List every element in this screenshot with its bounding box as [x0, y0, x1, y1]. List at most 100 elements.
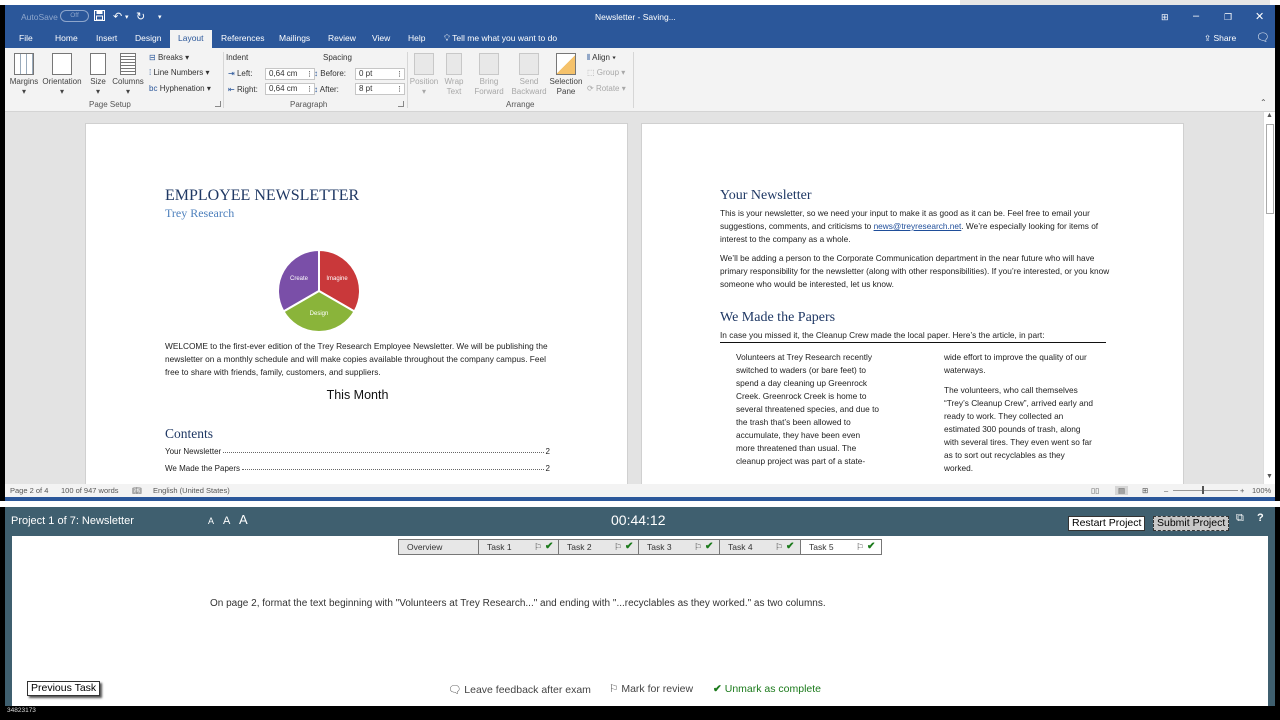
font-size-small[interactable]: A [208, 516, 214, 526]
undo-icon[interactable]: ↶ [113, 10, 122, 23]
rotate-button[interactable]: ⟳ Rotate ▾ [587, 84, 626, 93]
tab-task-2[interactable]: Task 2 ⚐ ✔ [559, 540, 639, 554]
tab-task-5[interactable]: Task 5 ⚐ ✔ [801, 540, 881, 554]
share-button[interactable]: ⇪ Share [1198, 30, 1242, 48]
paragraph-dialog-launcher[interactable] [398, 101, 404, 107]
tab-review[interactable]: Review [322, 30, 362, 48]
leave-feedback-button[interactable]: 🗨︎ Leave feedback after exam [448, 683, 591, 696]
tab-overview[interactable]: Overview [399, 540, 479, 554]
zoom-in-icon[interactable]: + [1240, 486, 1244, 495]
bring-forward-button[interactable]: Bring Forward [469, 53, 509, 97]
comments-icon[interactable]: 🗨︎ [1250, 30, 1276, 48]
selection-pane-button[interactable]: Selection Pane [548, 53, 584, 97]
your-newsletter-paragraph: This is your newsletter, so we need your… [720, 208, 1099, 244]
toc-entry[interactable]: We Made the Papers 2 [165, 464, 550, 473]
language[interactable]: English (United States) [153, 486, 230, 495]
spacing-after-field[interactable]: 8 pt [355, 83, 405, 95]
save-icon[interactable] [94, 10, 105, 24]
exam-panel: Project 1 of 7: Newsletter A A A 00:44:1… [5, 507, 1275, 706]
align-button[interactable]: ⫴ Align ▾ [587, 53, 616, 63]
tab-help[interactable]: Help [402, 30, 431, 48]
mark-for-review-button[interactable]: ⚐ Mark for review [609, 683, 693, 695]
wrap-text-button[interactable]: Wrap Text [441, 53, 467, 97]
customize-qat-icon[interactable]: ▾ [158, 13, 162, 21]
orientation-icon [52, 53, 72, 75]
indent-left-field[interactable]: 0,64 cm [265, 68, 315, 80]
tab-view[interactable]: View [366, 30, 396, 48]
indent-right-field[interactable]: 0,64 cm [265, 83, 315, 95]
size-button[interactable]: Size ▾ [87, 53, 109, 97]
tab-task-3[interactable]: Task 3 ⚐ ✔ [639, 540, 720, 554]
line-numbers-button[interactable]: ⁞ Line Numbers ▾ [149, 68, 210, 77]
tab-task-4[interactable]: Task 4 ⚐ ✔ [720, 540, 801, 554]
margins-icon [14, 53, 34, 75]
word-count[interactable]: 100 of 947 words [61, 486, 119, 495]
scroll-up-icon[interactable]: ▲ [1266, 112, 1273, 119]
send-backward-button[interactable]: Send Backward [509, 53, 549, 97]
print-layout-icon[interactable]: ▤ [1115, 486, 1129, 495]
autosave-toggle[interactable]: Off [60, 10, 89, 22]
zoom-slider-thumb[interactable] [1202, 486, 1204, 494]
page-1[interactable]: EMPLOYEE NEWSLETTER Trey Research Create… [85, 123, 628, 484]
toc-entry-page: 2 [545, 447, 550, 456]
unmark-complete-button[interactable]: ✔ Unmark as complete [713, 683, 821, 695]
group-icon: ⬚ [587, 68, 595, 77]
toc-entry[interactable]: Your Newsletter 2 [165, 447, 550, 456]
unmark-complete-label: Unmark as complete [724, 683, 822, 695]
collapse-ribbon-icon[interactable]: ⌃ [1260, 98, 1267, 107]
toc-entry-page: 2 [545, 464, 550, 473]
tell-me-search[interactable]: 💡︎ Tell me what you want to do [438, 30, 563, 48]
tab-design[interactable]: Design [129, 30, 167, 48]
tab-task-1[interactable]: Task 1 ⚐ ✔ [479, 540, 559, 554]
page-count[interactable]: Page 2 of 4 [10, 486, 48, 495]
help-icon[interactable]: ? [1257, 512, 1264, 524]
selection-pane-label: Selection Pane [549, 77, 583, 96]
close-icon[interactable]: ✕ [1255, 10, 1264, 23]
size-icon [90, 53, 106, 75]
submit-project-button[interactable]: Submit Project [1153, 516, 1230, 531]
wrap-text-label: Wrap Text [444, 77, 464, 96]
tab-mailings[interactable]: Mailings [273, 30, 316, 48]
undo-dropdown-icon[interactable]: ▾ [125, 13, 129, 21]
font-size-large[interactable]: A [239, 512, 248, 527]
page-2[interactable]: Your Newsletter This is your newsletter,… [641, 123, 1184, 484]
web-layout-icon[interactable]: ⊞ [1142, 486, 1148, 495]
spacing-before-icon: ↕ [314, 69, 318, 78]
proofing-icon[interactable]: 📖︎ [132, 486, 142, 495]
vertical-scrollbar[interactable]: ▲ ▼ [1263, 112, 1275, 484]
tab-insert[interactable]: Insert [90, 30, 123, 48]
breaks-button[interactable]: ⊟ Breaks ▾ [149, 53, 189, 62]
orientation-button[interactable]: Orientation ▾ [41, 53, 83, 97]
rotate-icon: ⟳ [587, 84, 594, 93]
scroll-down-icon[interactable]: ▼ [1266, 473, 1273, 480]
indent-left-label: ⇥ Left: [228, 69, 253, 78]
spacing-before-label: ↕ Before: [314, 69, 347, 78]
tab-file[interactable]: File [13, 30, 39, 48]
position-button[interactable]: Position ▾ [409, 53, 439, 97]
tab-references[interactable]: References [215, 30, 270, 48]
zoom-slider[interactable] [1173, 490, 1238, 491]
restore-icon[interactable]: ❐ [1224, 12, 1232, 23]
zoom-level[interactable]: 100% [1252, 486, 1271, 495]
page-setup-dialog-launcher[interactable] [215, 101, 221, 107]
hyphenation-button[interactable]: bc Hyphenation ▾ [149, 84, 211, 93]
tab-home[interactable]: Home [49, 30, 84, 48]
font-size-medium[interactable]: A [223, 515, 230, 527]
restore-window-icon[interactable]: ⧉ [1236, 512, 1244, 525]
minimize-icon[interactable]: – [1193, 10, 1199, 22]
your-newsletter-heading: Your Newsletter [720, 188, 812, 203]
columns-button[interactable]: Columns ▾ [111, 53, 145, 97]
ribbon-display-options-icon[interactable]: ⊞ [1161, 12, 1169, 23]
previous-task-button[interactable]: Previous Task [27, 681, 101, 696]
leave-feedback-label: Leave feedback after exam [464, 684, 591, 696]
margins-button[interactable]: Margins ▾ [8, 53, 40, 97]
restart-project-button[interactable]: Restart Project [1068, 516, 1146, 531]
tab-layout[interactable]: Layout [170, 30, 212, 48]
group-button[interactable]: ⬚ Group ▾ [587, 68, 625, 77]
email-link[interactable]: news@treyresearch.net [874, 221, 962, 231]
zoom-out-icon[interactable]: – [1164, 486, 1168, 495]
read-mode-icon[interactable]: ▯▯ [1091, 486, 1099, 495]
spacing-before-field[interactable]: 0 pt [355, 68, 405, 80]
redo-icon[interactable]: ↻ [136, 10, 145, 23]
scrollbar-thumb[interactable] [1266, 124, 1274, 214]
